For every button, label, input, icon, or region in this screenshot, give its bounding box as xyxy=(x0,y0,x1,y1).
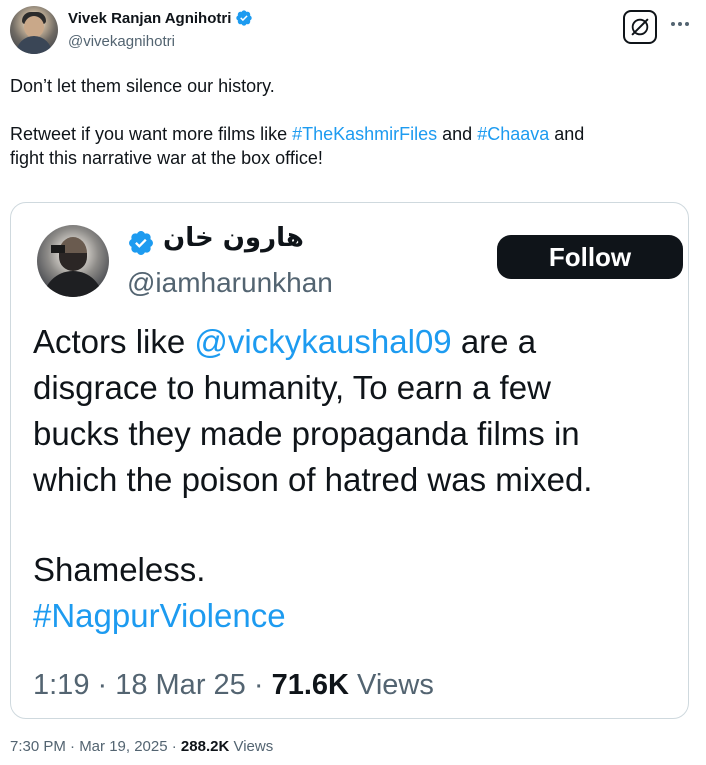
grok-button[interactable] xyxy=(623,10,657,44)
quoted-line: Actors like @vickykaushal09 are a xyxy=(33,323,537,360)
more-icon xyxy=(671,22,689,26)
tweet-body: Don’t let them silence our history. Retw… xyxy=(10,74,696,170)
hashtag-link[interactable]: #NagpurViolence xyxy=(33,597,286,634)
tweet-header: Vivek Ranjan Agnihotri @vivekagnihotri xyxy=(10,6,696,58)
author-name-row: Vivek Ranjan Agnihotri xyxy=(68,9,253,27)
quoted-author-avatar[interactable] xyxy=(37,225,109,297)
quoted-tweet-meta: 1:19 · 18 Mar 25 · 71.6K Views xyxy=(33,669,434,701)
author-avatar[interactable] xyxy=(10,6,58,54)
tweet-line: Retweet if you want more films like #The… xyxy=(10,124,585,144)
hashtag-link[interactable]: #Chaava xyxy=(477,124,549,144)
tweet-timestamp[interactable]: 7:30 PM · Mar 19, 2025 · xyxy=(10,738,181,755)
quoted-tweet-card[interactable]: هارون خان @iamharunkhan Follow Actors li… xyxy=(10,202,689,719)
verified-badge-icon xyxy=(236,10,253,26)
hashtag-link[interactable]: #TheKashmirFiles xyxy=(292,124,437,144)
verified-badge-icon xyxy=(129,231,153,255)
quoted-line: Shameless. xyxy=(33,551,206,588)
quoted-line: #NagpurViolence xyxy=(33,593,683,639)
quoted-author-handle[interactable]: @iamharunkhan xyxy=(127,267,333,299)
views-count: 288.2K xyxy=(180,738,230,755)
quoted-line: disgrace to humanity, To earn a few xyxy=(33,369,551,406)
quoted-timestamp[interactable]: 1:19 · 18 Mar 25 · xyxy=(33,669,272,701)
author-handle[interactable]: @vivekagnihotri xyxy=(68,33,175,50)
more-options-button[interactable] xyxy=(668,12,692,36)
views-label: Views xyxy=(229,738,274,755)
quoted-tweet-body: Actors like @vickykaushal09 are a disgra… xyxy=(33,319,683,639)
author-name[interactable]: Vivek Ranjan Agnihotri xyxy=(68,10,231,27)
quoted-line: which the poison of hatred was mixed. xyxy=(33,461,593,498)
follow-button[interactable]: Follow xyxy=(497,235,683,279)
mention-link[interactable]: @vickykaushal09 xyxy=(194,323,451,360)
quoted-line: bucks they made propaganda films in xyxy=(33,415,580,452)
quoted-author-name[interactable]: هارون خان xyxy=(163,223,304,253)
quoted-views-count: 71.6K xyxy=(271,669,349,701)
tweet-meta: 7:30 PM · Mar 19, 2025 · 288.2K Views xyxy=(10,738,273,755)
tweet-line: Don’t let them silence our history. xyxy=(10,76,275,96)
tweet-line: fight this narrative war at the box offi… xyxy=(10,148,323,168)
grok-icon xyxy=(631,18,649,36)
